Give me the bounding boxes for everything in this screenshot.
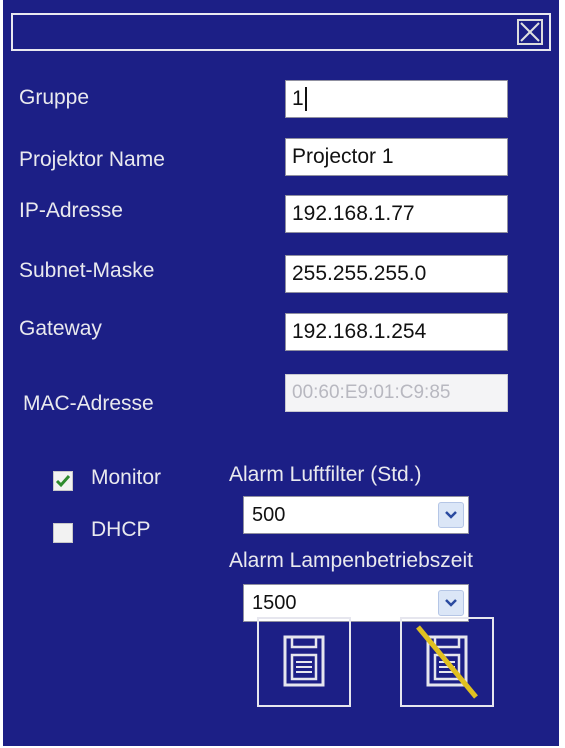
close-icon bbox=[520, 22, 540, 42]
monitor-checkbox[interactable] bbox=[53, 471, 73, 491]
chevron-down-icon bbox=[445, 511, 457, 519]
title-bar bbox=[11, 13, 551, 51]
dhcp-checkbox[interactable] bbox=[53, 523, 73, 543]
mac-address-label: MAC-Adresse bbox=[23, 392, 154, 415]
group-label: Gruppe bbox=[19, 86, 90, 109]
subnet-mask-label: Subnet-Maske bbox=[19, 259, 155, 282]
lamp-alarm-dropdown-button[interactable] bbox=[438, 590, 464, 616]
gateway-input[interactable]: 192.168.1.254 bbox=[285, 313, 508, 351]
group-input[interactable]: 1 bbox=[285, 80, 508, 118]
chevron-down-icon bbox=[445, 599, 457, 607]
mac-address-input: 00:60:E9:01:C9:85 bbox=[285, 374, 508, 412]
checkmark-icon bbox=[55, 475, 71, 488]
close-button[interactable] bbox=[517, 19, 543, 45]
lamp-alarm-label: Alarm Lampenbetriebszeit bbox=[229, 549, 473, 572]
dhcp-label: DHCP bbox=[91, 518, 151, 541]
lamp-alarm-value: 1500 bbox=[252, 592, 297, 614]
filter-alarm-dropdown-button[interactable] bbox=[438, 502, 464, 528]
projector-settings-dialog: Gruppe Projektor Name IP-Adresse Subnet-… bbox=[3, 0, 559, 746]
filter-alarm-label: Alarm Luftfilter (Std.) bbox=[229, 463, 422, 486]
save-icon bbox=[283, 635, 325, 687]
save-button[interactable] bbox=[257, 617, 351, 707]
text-cursor bbox=[304, 87, 307, 112]
ip-address-label: IP-Adresse bbox=[19, 199, 123, 222]
projector-name-label: Projektor Name bbox=[19, 148, 165, 171]
ip-address-input[interactable]: 192.168.1.77 bbox=[285, 195, 508, 233]
gateway-label: Gateway bbox=[19, 317, 102, 340]
projector-name-input[interactable]: Projector 1 bbox=[285, 138, 508, 176]
group-value: 1 bbox=[292, 87, 304, 110]
filter-alarm-select[interactable]: 500 bbox=[243, 496, 469, 534]
subnet-mask-input[interactable]: 255.255.255.0 bbox=[285, 255, 508, 293]
monitor-label: Monitor bbox=[91, 466, 162, 489]
filter-alarm-value: 500 bbox=[252, 504, 286, 526]
discard-icon bbox=[416, 625, 478, 699]
discard-button[interactable] bbox=[400, 617, 494, 707]
